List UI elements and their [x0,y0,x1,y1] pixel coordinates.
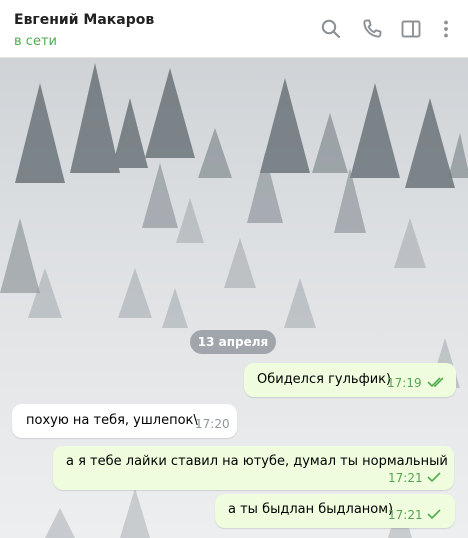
message-text: похую на тебя, ушлепок\ [26,413,198,428]
message-text: а я тебе лайки ставил на ютубе, думал ты… [66,454,448,469]
message-out[interactable]: а ты быдлан быдланом) 17:21 [215,494,455,528]
double-check-icon [427,377,444,388]
phone-icon[interactable] [360,17,384,41]
more-vert-icon[interactable] [434,17,458,41]
search-icon[interactable] [319,17,343,41]
message-text: а ты быдлан быдланом) [228,502,394,517]
contact-name[interactable]: Евгений Макаров [14,12,154,28]
chat-area: 13 апреля Обиделся гульфик) 17:19 похую … [0,58,468,538]
chat-header: Евгений Макаров в сети [0,0,468,58]
check-icon [427,472,441,483]
message-out[interactable]: Обиделся гульфик) 17:19 [244,363,456,397]
message-in[interactable]: похую на тебя, ушлепок\ 17:20 [12,404,237,438]
message-time: 17:19 [387,376,422,390]
message-time: 17:21 [388,471,423,485]
message-time: 17:20 [195,417,230,431]
message-text: Обиделся гульфик) [257,372,392,387]
message-out[interactable]: а я тебе лайки ставил на ютубе, думал ты… [53,446,454,490]
contact-status: в сети [14,34,57,49]
date-separator: 13 апреля [190,330,276,354]
sidebar-toggle-icon[interactable] [399,17,423,41]
check-icon [427,509,441,520]
message-time: 17:21 [388,508,423,522]
